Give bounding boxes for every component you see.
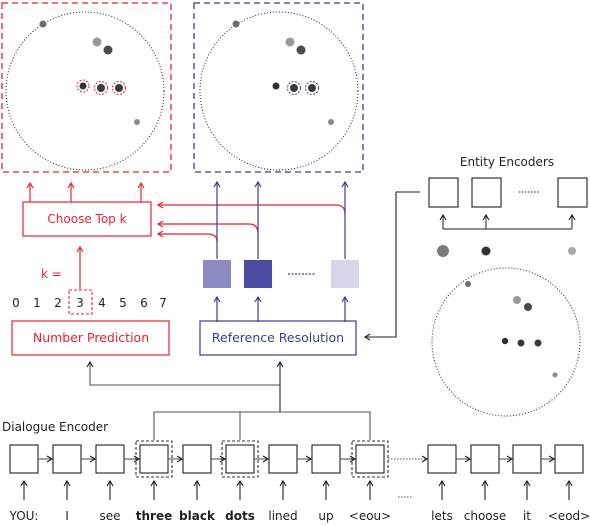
token-label: black bbox=[179, 509, 216, 523]
token-label: I bbox=[65, 509, 69, 523]
dialogue-encoder-sequence: YOU: Isee three black dots lined up <eou> lets ch… bbox=[9, 440, 590, 523]
diagram-canvas: Choose Top k k = 0 1 2 3 4 5 6 7 Number … bbox=[1, 2, 590, 523]
k-label: k = bbox=[41, 267, 62, 281]
dot bbox=[103, 45, 113, 55]
dialogue-encoder-title: Dialogue Encoder bbox=[2, 420, 108, 434]
encoder-cell bbox=[311, 444, 341, 474]
encoder-cell bbox=[512, 444, 542, 474]
number-option: 1 bbox=[33, 296, 41, 310]
entity-dot bbox=[437, 245, 449, 257]
topk-return-arrow bbox=[156, 201, 346, 215]
number-option: 0 bbox=[12, 296, 20, 310]
token-label: up bbox=[318, 509, 333, 523]
dot bbox=[39, 20, 47, 28]
entity-encoder-cell bbox=[428, 177, 459, 208]
dot bbox=[534, 339, 542, 347]
encoder-cell bbox=[225, 444, 255, 474]
dot bbox=[524, 303, 532, 311]
reference-score-box bbox=[203, 260, 231, 288]
topk-return-arrow bbox=[156, 220, 259, 235]
encoder-cell bbox=[554, 444, 584, 474]
dot bbox=[501, 337, 509, 345]
entity-dot bbox=[481, 246, 491, 256]
dot bbox=[97, 84, 105, 92]
reference-panel bbox=[193, 2, 364, 173]
token-label: choose bbox=[464, 509, 507, 523]
token-label: <eod> bbox=[548, 509, 590, 523]
encoder-cell bbox=[355, 444, 385, 474]
context-view bbox=[431, 267, 581, 417]
view-circle bbox=[199, 11, 359, 171]
highlighted-token-bus bbox=[153, 411, 371, 440]
entity-dot bbox=[568, 247, 576, 255]
token-label: it bbox=[523, 509, 531, 523]
encoder-cell bbox=[470, 444, 500, 474]
number-option: 6 bbox=[140, 296, 148, 310]
dot bbox=[290, 84, 298, 92]
highlight-box bbox=[135, 440, 173, 478]
encoder-connectors bbox=[86, 360, 371, 440]
reference-resolution-label: Reference Resolution bbox=[212, 330, 344, 345]
reference-score-box bbox=[244, 260, 272, 288]
dot bbox=[115, 84, 123, 92]
entity-to-reference-connector bbox=[363, 191, 420, 341]
red-dashed-frame bbox=[1, 2, 172, 173]
highlight-box bbox=[221, 440, 259, 478]
token-label: dots bbox=[225, 509, 255, 523]
entity-encoders: Entity Encoders bbox=[428, 155, 588, 257]
view-circle bbox=[5, 11, 165, 171]
entity-encoder-cell bbox=[471, 177, 502, 208]
entity-encoders-title: Entity Encoders bbox=[460, 155, 554, 169]
encoder-cell bbox=[139, 444, 169, 474]
token-label: lets bbox=[431, 509, 453, 523]
number-prediction-label: Number Prediction bbox=[33, 330, 149, 345]
dot bbox=[272, 82, 280, 90]
token-label: <eou> bbox=[349, 509, 391, 523]
dot bbox=[79, 82, 87, 90]
selected-entities-panel bbox=[1, 2, 172, 173]
token-label: lined bbox=[268, 509, 297, 523]
number-option: 7 bbox=[159, 296, 167, 310]
encoder-cell bbox=[268, 444, 298, 474]
highlight-box bbox=[351, 440, 389, 478]
dot bbox=[285, 37, 295, 47]
dot bbox=[308, 84, 316, 92]
reference-scores bbox=[203, 180, 359, 322]
encoder-cell bbox=[182, 444, 212, 474]
number-option: 4 bbox=[98, 296, 106, 310]
dot bbox=[328, 119, 334, 125]
reference-score-box bbox=[331, 260, 359, 288]
dot bbox=[513, 296, 521, 304]
topk-return-arrow bbox=[156, 230, 218, 243]
model-architecture-diagram: Choose Top k k = 0 1 2 3 4 5 6 7 Number … bbox=[0, 0, 590, 526]
dot bbox=[134, 119, 140, 125]
dot bbox=[92, 37, 102, 47]
number-option: 2 bbox=[54, 296, 62, 310]
choose-top-k-label: Choose Top k bbox=[47, 212, 126, 226]
token-label: see bbox=[99, 509, 120, 523]
dot bbox=[232, 20, 240, 28]
choose-top-k-block: Choose Top k k = bbox=[22, 181, 346, 289]
dot bbox=[465, 281, 471, 287]
encoder-cell bbox=[95, 444, 125, 474]
dot bbox=[517, 339, 525, 347]
encoder-cell bbox=[9, 444, 39, 474]
dot bbox=[552, 372, 558, 378]
token-label: YOU: bbox=[9, 509, 39, 523]
encoder-cell bbox=[427, 444, 457, 474]
dot bbox=[296, 45, 306, 55]
number-option: 5 bbox=[119, 296, 127, 310]
number-option-selected: 3 bbox=[76, 296, 84, 310]
number-options: 0 1 2 3 4 5 6 7 bbox=[12, 289, 167, 315]
token-label: three bbox=[136, 509, 172, 523]
entity-encoder-cell bbox=[557, 177, 588, 208]
encoder-cell bbox=[52, 444, 82, 474]
encoder-to-number-arrow bbox=[86, 360, 280, 386]
